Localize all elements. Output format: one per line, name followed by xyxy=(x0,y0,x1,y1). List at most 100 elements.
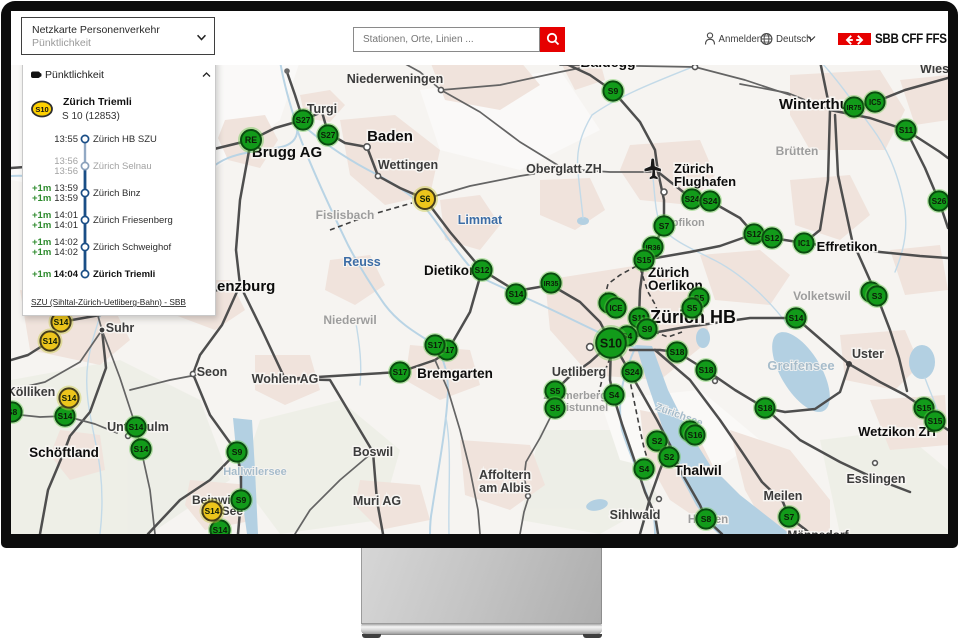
svg-text:+1m: +1m xyxy=(32,247,51,258)
svg-text:am Albis: am Albis xyxy=(479,481,531,495)
svg-text:S5: S5 xyxy=(550,403,561,413)
svg-text:S12: S12 xyxy=(747,229,762,239)
svg-text:Deutsch: Deutsch xyxy=(776,34,812,45)
svg-text:14:01: 14:01 xyxy=(54,220,78,231)
svg-text:S8: S8 xyxy=(11,407,17,417)
svg-text:Baden: Baden xyxy=(367,128,413,145)
svg-text:S9: S9 xyxy=(642,324,653,334)
svg-text:S12: S12 xyxy=(475,265,490,275)
svg-text:S14: S14 xyxy=(134,444,149,454)
svg-text:S9: S9 xyxy=(236,495,247,505)
svg-text:Flughafen: Flughafen xyxy=(674,174,736,189)
svg-text:S14: S14 xyxy=(789,313,804,323)
svg-text:S 10 (12853): S 10 (12853) xyxy=(62,111,120,122)
svg-text:Anmelden: Anmelden xyxy=(719,34,763,45)
svg-text:Esslingen: Esslingen xyxy=(846,472,905,486)
svg-text:RE: RE xyxy=(245,135,257,145)
svg-text:Affoltern: Affoltern xyxy=(479,468,531,482)
svg-text:Wettingen: Wettingen xyxy=(378,158,438,172)
svg-text:Zürich Schweighof: Zürich Schweighof xyxy=(93,242,172,253)
svg-text:+1m: +1m xyxy=(32,269,51,280)
svg-text:13:56: 13:56 xyxy=(54,166,78,177)
svg-text:S26: S26 xyxy=(932,196,947,206)
svg-text:+1m: +1m xyxy=(32,220,51,231)
svg-text:S14: S14 xyxy=(213,525,228,534)
svg-text:Niederweningen: Niederweningen xyxy=(347,72,444,86)
svg-text:S9: S9 xyxy=(232,447,243,457)
svg-text:IR35: IR35 xyxy=(544,281,559,288)
svg-text:S14: S14 xyxy=(54,317,69,327)
svg-text:S5: S5 xyxy=(550,386,561,396)
svg-text:Uetliberg: Uetliberg xyxy=(552,365,606,379)
svg-text:S17: S17 xyxy=(428,340,443,350)
svg-text:Reuss: Reuss xyxy=(343,255,381,269)
svg-text:13:55: 13:55 xyxy=(54,134,78,145)
svg-text:S6: S6 xyxy=(420,194,431,204)
svg-text:+1m: +1m xyxy=(32,193,51,204)
svg-text:S24: S24 xyxy=(625,367,640,377)
svg-text:IC5: IC5 xyxy=(869,98,882,107)
svg-text:Uster: Uster xyxy=(852,347,884,361)
svg-text:Zürich Triemli: Zürich Triemli xyxy=(93,269,155,280)
svg-text:Schöftland: Schöftland xyxy=(29,445,99,460)
svg-text:Effretikon: Effretikon xyxy=(817,239,878,254)
svg-text:S2: S2 xyxy=(664,452,675,462)
svg-text:S14: S14 xyxy=(62,393,77,403)
svg-text:Zürich Binz: Zürich Binz xyxy=(93,188,141,199)
svg-text:Sihlwald: Sihlwald xyxy=(610,508,661,522)
svg-text:S4: S4 xyxy=(639,464,650,474)
svg-text:ICE: ICE xyxy=(610,304,623,313)
svg-text:Wohlen AG: Wohlen AG xyxy=(252,372,319,386)
svg-text:Suhr: Suhr xyxy=(106,321,135,335)
svg-text:S18: S18 xyxy=(670,347,685,357)
svg-text:S24: S24 xyxy=(703,196,718,206)
svg-text:S10: S10 xyxy=(35,105,48,114)
svg-text:Zürich Friesenberg: Zürich Friesenberg xyxy=(93,215,173,226)
svg-text:S18: S18 xyxy=(758,403,773,413)
svg-text:S7: S7 xyxy=(659,221,670,231)
svg-text:S15: S15 xyxy=(928,416,943,426)
svg-text:Männedorf: Männedorf xyxy=(787,528,849,534)
svg-text:Oberglatt ZH: Oberglatt ZH xyxy=(526,162,602,176)
svg-text:14:02: 14:02 xyxy=(54,247,78,258)
svg-text:Brugg AG: Brugg AG xyxy=(252,144,322,161)
svg-text:Kölliken: Kölliken xyxy=(11,385,55,399)
svg-text:S14: S14 xyxy=(58,411,73,421)
svg-text:Limmat: Limmat xyxy=(458,213,503,227)
svg-text:S17: S17 xyxy=(393,367,408,377)
svg-text:Zürich Triemli: Zürich Triemli xyxy=(63,96,132,108)
svg-text:S11: S11 xyxy=(899,125,914,135)
svg-text:S2: S2 xyxy=(652,436,663,446)
svg-text:S27: S27 xyxy=(296,115,311,125)
svg-text:S9: S9 xyxy=(608,86,619,96)
svg-text:S14: S14 xyxy=(43,336,58,346)
svg-text:Zürich Selnau: Zürich Selnau xyxy=(93,161,152,172)
svg-text:Thalwil: Thalwil xyxy=(674,462,721,478)
svg-text:S14: S14 xyxy=(129,422,144,432)
svg-text:IR75: IR75 xyxy=(847,105,862,112)
svg-text:SZU (Sihltal-Zürich-Uetliberg-: SZU (Sihltal-Zürich-Uetliberg-Bahn) - SB… xyxy=(31,297,186,307)
svg-text:S14: S14 xyxy=(509,289,524,299)
svg-text:Volketswil: Volketswil xyxy=(793,289,851,303)
svg-text:14:04: 14:04 xyxy=(54,269,79,280)
svg-text:13:59: 13:59 xyxy=(54,193,78,204)
svg-text:Wiesendangen: Wiesendangen xyxy=(920,65,948,76)
svg-text:S7: S7 xyxy=(784,512,795,522)
svg-text:S24: S24 xyxy=(685,194,700,204)
svg-text:Niederwil: Niederwil xyxy=(323,313,376,327)
svg-text:Brütten: Brütten xyxy=(776,144,819,158)
svg-text:S8: S8 xyxy=(701,514,712,524)
svg-text:Pünktlichkeit: Pünktlichkeit xyxy=(45,69,104,81)
svg-text:Bremgarten: Bremgarten xyxy=(417,366,493,381)
svg-text:enzburg: enzburg xyxy=(217,278,275,295)
svg-text:S14: S14 xyxy=(205,506,220,516)
svg-text:IC1: IC1 xyxy=(798,239,811,248)
svg-text:Fislisbach: Fislisbach xyxy=(316,208,375,222)
svg-text:Baldegg: Baldegg xyxy=(580,65,635,70)
svg-text:S15: S15 xyxy=(637,255,652,265)
svg-text:Boswil: Boswil xyxy=(353,445,393,459)
svg-text:S12: S12 xyxy=(765,233,780,243)
svg-text:S27: S27 xyxy=(321,130,336,140)
svg-text:Hallwilersee: Hallwilersee xyxy=(223,466,287,478)
svg-text:S10: S10 xyxy=(600,336,622,350)
